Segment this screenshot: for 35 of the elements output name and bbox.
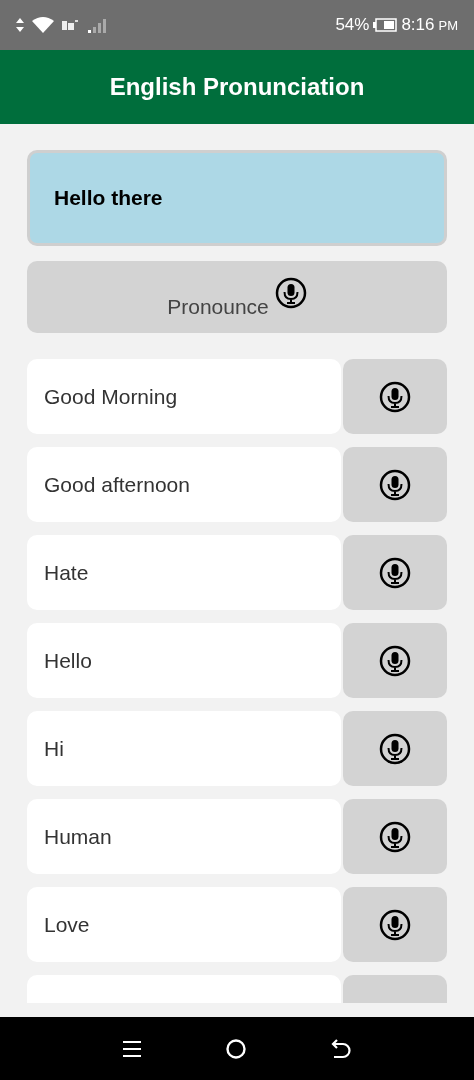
mic-button[interactable]: [343, 799, 447, 874]
microphone-icon: [379, 556, 411, 589]
wifi-icon: [32, 17, 54, 33]
mic-button[interactable]: [343, 623, 447, 698]
microphone-icon: [379, 644, 411, 677]
phrase-item[interactable]: Hi: [27, 711, 341, 786]
phrase-item[interactable]: Love: [27, 887, 341, 962]
mic-button[interactable]: [343, 711, 447, 786]
app-title: English Pronunciation: [109, 73, 365, 101]
clock-time: 8:16: [401, 15, 435, 35]
battery-icon: [373, 18, 398, 32]
microphone-icon: [379, 820, 411, 853]
input-field[interactable]: Hello there: [27, 150, 447, 246]
microphone-icon: [379, 732, 411, 765]
mic-button[interactable]: [343, 359, 447, 434]
microphone-icon: [274, 277, 307, 309]
mic-button[interactable]: [343, 535, 447, 610]
signal-icon: [88, 17, 108, 33]
phrase-item[interactable]: Good afternoon: [27, 447, 341, 522]
data-arrows-icon: [16, 18, 24, 32]
microphone-icon: [379, 468, 411, 501]
clock-suffix: PM: [438, 17, 458, 33]
microphone-icon: [379, 380, 411, 413]
phrase-item[interactable]: Good Morning: [27, 359, 341, 434]
back-icon[interactable]: [330, 1038, 353, 1059]
menu-icon[interactable]: [121, 1039, 142, 1058]
mic-button[interactable]: [343, 447, 447, 522]
mic-button[interactable]: [343, 887, 447, 962]
pronounce-button[interactable]: Pronounce: [27, 261, 447, 333]
phrase-item[interactable]: Hello: [27, 623, 341, 698]
phrase-item[interactable]: Hate: [27, 535, 341, 610]
home-icon[interactable]: [225, 1037, 247, 1060]
battery-percent: 54%: [335, 15, 370, 35]
phrase-item[interactable]: Human: [27, 799, 341, 874]
microphone-icon: [379, 908, 411, 941]
